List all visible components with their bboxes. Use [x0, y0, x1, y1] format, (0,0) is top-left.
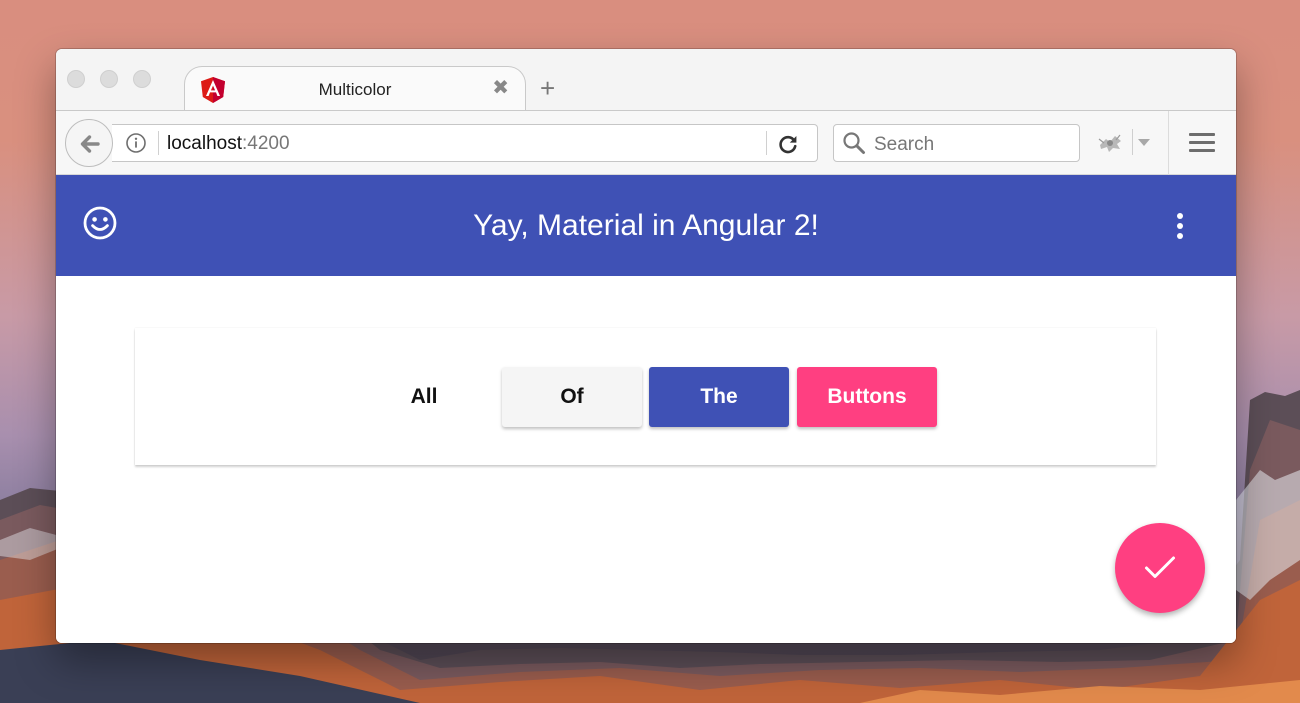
more-vert-icon[interactable] — [1168, 213, 1192, 243]
of-button[interactable]: Of — [502, 367, 642, 427]
info-icon[interactable] — [126, 133, 146, 153]
extension-dropdown-icon[interactable] — [1138, 139, 1150, 146]
extension-divider — [1132, 129, 1133, 155]
url-text[interactable]: localhost:4200 — [167, 133, 290, 155]
check-icon — [1145, 556, 1175, 578]
close-window-button[interactable] — [67, 70, 85, 88]
fab-button[interactable] — [1115, 523, 1205, 613]
url-port: :4200 — [242, 133, 290, 154]
main-content: All Of The Buttons — [56, 276, 1236, 643]
navigation-bar: localhost:4200 Search — [56, 111, 1236, 175]
search-placeholder: Search — [874, 134, 935, 155]
zoom-window-button[interactable] — [133, 70, 151, 88]
search-bar[interactable]: Search — [833, 124, 1080, 162]
hamburger-menu-icon[interactable] — [1189, 133, 1215, 153]
back-button[interactable] — [65, 119, 113, 167]
reload-icon[interactable] — [776, 132, 800, 156]
browser-window: Multicolor ✖ + localhost:4200 Search Yay… — [56, 49, 1236, 643]
the-button[interactable]: The — [649, 367, 789, 427]
app-toolbar: Yay, Material in Angular 2! — [56, 175, 1236, 276]
tab-title: Multicolor — [318, 80, 392, 99]
tab-close-icon[interactable]: ✖ — [492, 78, 509, 98]
buttons-button[interactable]: Buttons — [797, 367, 937, 427]
search-icon — [843, 132, 865, 154]
new-tab-button[interactable]: + — [540, 75, 555, 101]
all-button[interactable]: All — [354, 367, 494, 427]
url-host: localhost — [167, 133, 242, 154]
url-bar[interactable]: localhost:4200 — [112, 124, 818, 162]
menu-divider — [1168, 111, 1169, 175]
tab-strip: Multicolor ✖ + — [56, 49, 1236, 112]
extension-icon[interactable] — [1096, 131, 1124, 155]
url-divider — [158, 131, 159, 155]
toolbar-title: Yay, Material in Angular 2! — [473, 209, 819, 242]
reload-divider — [766, 131, 767, 155]
minimize-window-button[interactable] — [100, 70, 118, 88]
angular-logo-icon — [201, 77, 225, 103]
browser-tab[interactable]: Multicolor ✖ — [184, 66, 526, 112]
back-arrow-icon — [80, 135, 100, 153]
buttons-card: All Of The Buttons — [135, 328, 1156, 465]
